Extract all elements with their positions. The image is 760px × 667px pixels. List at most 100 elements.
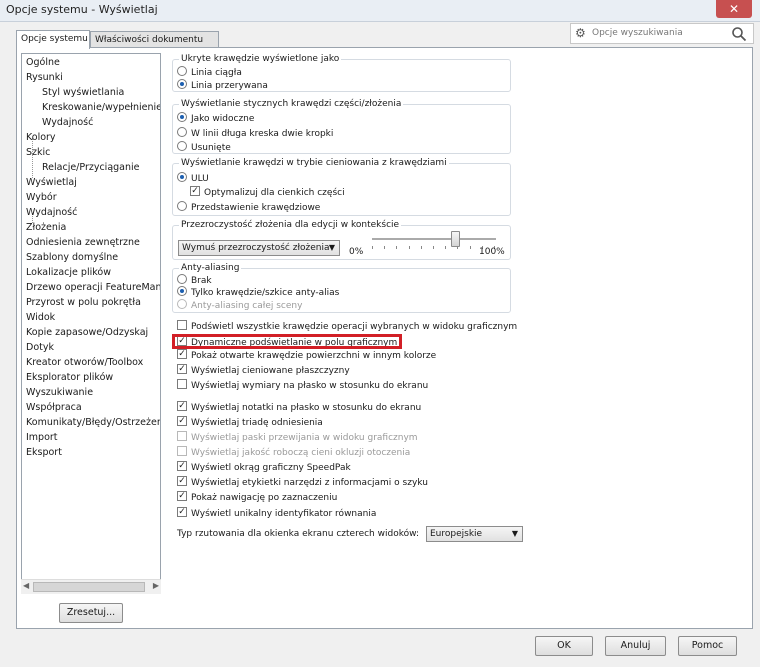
checkbox-optimize-thin[interactable]: Optymalizuj dla cienkich części [190, 186, 345, 199]
radio-indicator [177, 141, 187, 151]
chevron-down-icon: ▼ [511, 529, 518, 538]
checkbox-shaded-planes[interactable]: Wyświetlaj cieniowane płaszczyzny [177, 364, 350, 377]
transparency-slider-thumb[interactable] [451, 231, 460, 247]
close-button[interactable]: ✕ [716, 0, 752, 18]
checkbox-flat-notes[interactable]: Wyświetlaj notatki na płasko w stosunku … [177, 401, 421, 414]
radio-dashed-line[interactable]: Linia przerywana [177, 79, 268, 92]
category-tree[interactable]: Ogólne Rysunki Styl wyświetlania Kreskowani… [21, 53, 161, 594]
radio-long-dash[interactable]: W linii długa kreska dwie kropki [177, 127, 333, 140]
option-label: Pokaż nawigację po zaznaczeniu [191, 493, 338, 503]
option-label: Wyświetlaj wymiary na płasko w stosunku … [191, 381, 429, 391]
checkbox-draft-ao: Wyświetlaj jakość roboczą cieni okluzji … [177, 446, 410, 459]
checkbox-open-edges-color[interactable]: Pokaż otwarte krawędzie powierzchni w in… [177, 349, 436, 362]
tree-item[interactable]: Rysunki [26, 71, 63, 85]
radio-edge-representation[interactable]: Przedstawienie krawędziowe [177, 201, 320, 214]
option-label: Wyświetlaj notatki na płasko w stosunku … [191, 403, 422, 413]
tree-item[interactable]: Wydajność [26, 206, 77, 220]
slider-tick [408, 246, 410, 249]
option-label: Brak [191, 276, 212, 286]
tree-item[interactable]: Relacje/Przyciąganie [42, 161, 140, 175]
slider-tick [469, 246, 471, 249]
scrollbar-thumb[interactable] [33, 582, 145, 592]
tree-item[interactable]: Ogólne [26, 56, 60, 70]
red-highlight-box [172, 334, 402, 349]
tree-item[interactable]: Złożenia [26, 221, 66, 235]
tree-item[interactable]: Odniesienia zewnętrzne [26, 236, 140, 250]
radio-indicator [177, 286, 187, 296]
gear-icon: ⚙ [575, 26, 586, 40]
checkbox-indicator [177, 364, 187, 374]
chevron-down-icon: ▼ [328, 243, 335, 252]
option-label: Wyświetlaj cieniowane płaszczyzny [191, 366, 350, 376]
cancel-button[interactable]: Anuluj [605, 636, 666, 656]
transparency-select[interactable]: Wymuś przezroczystość złożenia ▼ [178, 240, 340, 256]
tree-item[interactable]: Wyszukiwanie [26, 386, 93, 400]
option-label: W linii długa kreska dwie kropki [191, 129, 334, 139]
help-button[interactable]: Pomoc [678, 636, 737, 656]
reset-button[interactable]: Zresetuj... [59, 603, 123, 623]
radio-aa-edges[interactable]: Tylko krawędzie/szkice anty-alias [177, 286, 339, 299]
slider-tick [396, 246, 398, 249]
option-label: Wyświetl okrąg graficzny SpeedPak [191, 463, 351, 473]
tree-item[interactable]: Dotyk [26, 341, 54, 355]
transparency-slider-track[interactable] [372, 238, 496, 240]
projection-label: Typ rzutowania dla okienka ekranu cztere… [177, 529, 419, 539]
slider-tick [445, 246, 447, 249]
slider-tick [384, 246, 386, 249]
option-label: Usunięte [191, 143, 231, 153]
tree-item[interactable]: Widok [26, 311, 55, 325]
scroll-right-icon[interactable]: ▶ [153, 581, 159, 590]
tree-item[interactable]: Wyświetlaj [26, 176, 77, 190]
radio-indicator [177, 66, 187, 76]
option-label: Wyświetlaj paski przewijania w widoku gr… [191, 433, 418, 443]
radio-indicator [177, 299, 187, 309]
checkbox-equation-id[interactable]: Wyświetl unikalny identyfikator równania [177, 507, 376, 520]
tree-item[interactable]: Wybór [26, 191, 57, 205]
radio-removed[interactable]: Usunięte [177, 141, 231, 154]
tree-item[interactable]: Styl wyświetlania [42, 86, 124, 100]
tree-item[interactable]: Współpraca [26, 401, 82, 415]
tree-horizontal-scrollbar[interactable]: ◀ ▶ [21, 579, 161, 594]
radio-as-visible[interactable]: Jako widoczne [177, 112, 254, 125]
search-icon[interactable] [731, 26, 747, 45]
slider-tick [372, 246, 373, 249]
checkbox-indicator [190, 186, 200, 196]
title-bar: Opcje systemu - Wyświetlaj ✕ [0, 0, 760, 22]
scroll-left-icon[interactable]: ◀ [23, 581, 29, 590]
search-box[interactable]: ⚙ Opcje wyszukiwania [570, 23, 754, 44]
option-label: Wyświetlaj etykietki narzędzi z informac… [191, 478, 428, 488]
tree-item[interactable]: Eksplorator plików [26, 371, 113, 385]
radio-solid-line[interactable]: Linia ciągła [177, 66, 242, 79]
radio-indicator [177, 201, 187, 211]
tree-item[interactable]: Lokalizacje plików [26, 266, 111, 280]
tab-system-options[interactable]: Opcje systemu [16, 30, 90, 49]
tree-item[interactable]: Przyrost w polu pokrętła [26, 296, 141, 310]
tree-item[interactable]: Eksport [26, 446, 62, 460]
tree-item[interactable]: Szkic [26, 146, 50, 160]
radio-ulu[interactable]: ULU [177, 172, 209, 185]
checkbox-indicator [177, 446, 187, 456]
select-value: Europejskie [430, 529, 483, 539]
tree-item[interactable]: Szablony domyślne [26, 251, 118, 265]
slider-ticks [372, 246, 496, 250]
tree-item[interactable]: Kopie zapasowe/Odzyskaj [26, 326, 148, 340]
tree-item[interactable]: Kreskowanie/wypełnienie c [42, 101, 160, 115]
checkbox-flat-dimensions[interactable]: Wyświetlaj wymiary na płasko w stosunku … [177, 379, 428, 392]
tree-item[interactable]: Drzewo operacji FeatureManag [26, 281, 160, 295]
search-placeholder: Opcje wyszukiwania [592, 28, 683, 38]
ok-button[interactable]: OK [535, 636, 593, 656]
checkbox-indicator [177, 461, 187, 471]
tree-item[interactable]: Komunikaty/Błędy/Ostrzeżenia [26, 416, 160, 430]
checkbox-pattern-tooltips[interactable]: Wyświetlaj etykietki narzędzi z informac… [177, 476, 428, 489]
checkbox-indicator [177, 491, 187, 501]
checkbox-reference-triad[interactable]: Wyświetlaj triadę odniesienia [177, 416, 323, 429]
checkbox-speedpak-circle[interactable]: Wyświetl okrąg graficzny SpeedPak [177, 461, 351, 474]
tree-item[interactable]: Import [26, 431, 58, 445]
projection-select[interactable]: Europejskie ▼ [426, 526, 523, 542]
tree-item[interactable]: Kolory [26, 131, 56, 145]
tab-document-properties[interactable]: Właściwości dokumentu [90, 31, 219, 48]
checkbox-selection-breadcrumbs[interactable]: Pokaż nawigację po zaznaczeniu [177, 491, 337, 504]
checkbox-highlight-all-edges[interactable]: Podświetl wszystkie krawędzie operacji w… [177, 320, 517, 333]
tree-item[interactable]: Wydajność [42, 116, 93, 130]
tree-item[interactable]: Kreator otworów/Toolbox [26, 356, 143, 370]
